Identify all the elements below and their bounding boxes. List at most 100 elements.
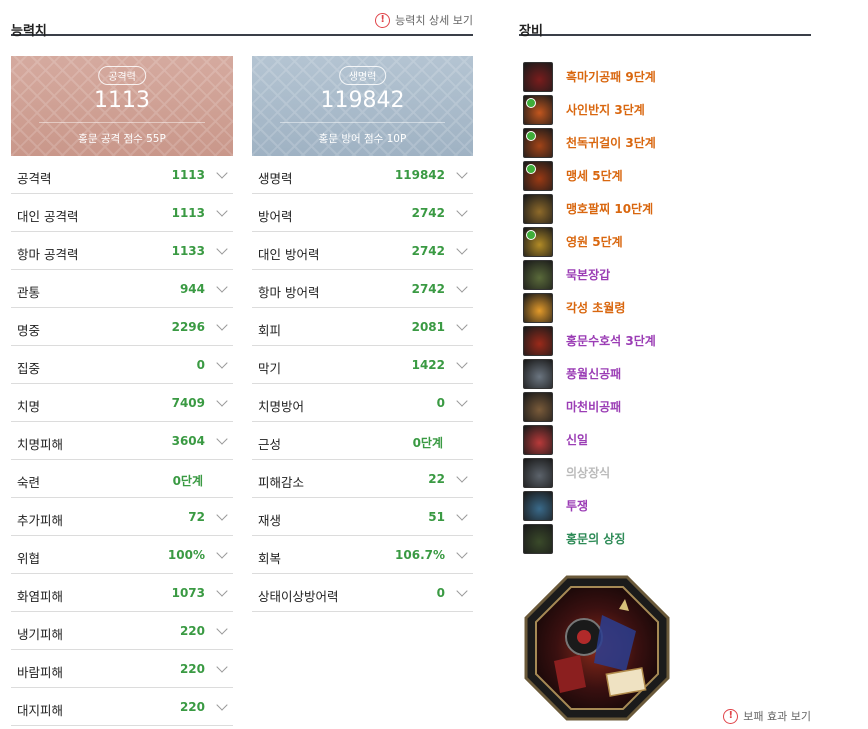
- equipment-item[interactable]: 홍문의 상징: [523, 522, 813, 555]
- stat-label: 재생: [258, 513, 282, 528]
- stat-row[interactable]: 재생 51: [252, 498, 473, 536]
- stat-value: 0: [436, 586, 445, 600]
- equipment-item[interactable]: 맹호팔찌 10단계: [523, 192, 813, 225]
- stat-row[interactable]: 공격력 1113: [11, 156, 233, 194]
- stat-row[interactable]: 냉기피해 220: [11, 612, 233, 650]
- stat-row[interactable]: 치명 7409: [11, 384, 233, 422]
- stat-row[interactable]: 집중 0: [11, 346, 233, 384]
- stat-row[interactable]: 명중 2296: [11, 308, 233, 346]
- equipment-item[interactable]: 천독귀걸이 3단계: [523, 126, 813, 159]
- gem-slot-icon: [526, 229, 536, 240]
- chevron-down-icon[interactable]: [456, 585, 468, 597]
- stat-value: 1133: [171, 244, 205, 258]
- equipment-item[interactable]: 영원 5단계: [523, 225, 813, 258]
- equipment-item-name: 투쟁: [566, 499, 589, 513]
- stat-row[interactable]: 화염피해 1073: [11, 574, 233, 612]
- stat-value: 7409: [171, 396, 205, 410]
- treasure-emblem[interactable]: [524, 575, 670, 721]
- equipment-item[interactable]: 풍월신공패: [523, 357, 813, 390]
- chevron-down-icon[interactable]: [216, 319, 228, 331]
- stat-label: 대인 공격력: [17, 209, 79, 224]
- stat-row[interactable]: 바람피해 220: [11, 650, 233, 688]
- treasure-effect-link[interactable]: ! 보패 효과 보기: [723, 708, 811, 724]
- stat-value: 2742: [411, 206, 445, 220]
- equipment-item[interactable]: 마천비공패: [523, 390, 813, 423]
- stat-row[interactable]: 방어력 2742: [252, 194, 473, 232]
- chevron-down-icon[interactable]: [216, 661, 228, 673]
- chevron-down-icon[interactable]: [216, 167, 228, 179]
- stat-value: 0단계: [172, 474, 203, 488]
- equipment-item[interactable]: 각성 초월령: [523, 291, 813, 324]
- chevron-down-icon[interactable]: [216, 585, 228, 597]
- stat-label: 냉기피해: [17, 627, 64, 642]
- equipment-item[interactable]: 홍문수호석 3단계: [523, 324, 813, 357]
- equipment-item[interactable]: 맹세 5단계: [523, 159, 813, 192]
- stat-label: 피해감소: [258, 475, 305, 490]
- stat-label: 항마 공격력: [17, 247, 79, 262]
- stats-detail-link[interactable]: ! 능력치 상세 보기: [375, 12, 473, 28]
- chevron-down-icon[interactable]: [216, 281, 228, 293]
- chevron-down-icon[interactable]: [216, 433, 228, 445]
- stat-row[interactable]: 회복 106.7%: [252, 536, 473, 574]
- stat-row[interactable]: 추가피해 72: [11, 498, 233, 536]
- stat-value: 220: [179, 700, 205, 714]
- equipment-item-name: 천독귀걸이 3단계: [566, 136, 656, 150]
- chevron-down-icon[interactable]: [216, 699, 228, 711]
- chevron-down-icon[interactable]: [216, 395, 228, 407]
- stat-row[interactable]: 관통 944: [11, 270, 233, 308]
- stat-value: 2081: [411, 320, 445, 334]
- stat-row[interactable]: 위협 100%: [11, 536, 233, 574]
- stat-value: 220: [179, 624, 205, 638]
- chevron-down-icon[interactable]: [456, 547, 468, 559]
- chevron-down-icon[interactable]: [216, 509, 228, 521]
- equipment-title: 장비: [519, 24, 543, 39]
- equipment-item[interactable]: 사인반지 3단계: [523, 93, 813, 126]
- equipment-item[interactable]: 신일: [523, 423, 813, 456]
- chevron-down-icon[interactable]: [216, 547, 228, 559]
- chevron-down-icon[interactable]: [456, 471, 468, 483]
- stat-row[interactable]: 막기 1422: [252, 346, 473, 384]
- stat-value: 100%: [167, 548, 205, 562]
- stat-row[interactable]: 항마 공격력 1133: [11, 232, 233, 270]
- chevron-down-icon[interactable]: [456, 205, 468, 217]
- equipment-item-name: 맹호팔찌 10단계: [566, 202, 654, 216]
- chevron-down-icon[interactable]: [456, 395, 468, 407]
- equipment-item-name: 마천비공패: [566, 400, 622, 414]
- stat-row[interactable]: 대인 방어력 2742: [252, 232, 473, 270]
- equipment-item[interactable]: 투쟁: [523, 489, 813, 522]
- equipment-item-name: 신일: [566, 433, 589, 447]
- stat-row[interactable]: 회피 2081: [252, 308, 473, 346]
- stat-row[interactable]: 대지피해 220: [11, 688, 233, 726]
- chevron-down-icon[interactable]: [456, 509, 468, 521]
- stat-row[interactable]: 대인 공격력 1113: [11, 194, 233, 232]
- equipment-item[interactable]: 의상장식: [523, 456, 813, 489]
- chevron-down-icon[interactable]: [216, 623, 228, 635]
- stat-row[interactable]: 피해감소 22: [252, 460, 473, 498]
- equipment-item[interactable]: 묵본장갑: [523, 258, 813, 291]
- chevron-down-icon[interactable]: [456, 319, 468, 331]
- info-alert-icon: !: [375, 12, 391, 28]
- stat-row[interactable]: 상태이상방어력 0: [252, 574, 473, 612]
- stat-label: 관통: [17, 285, 41, 300]
- gem-slot-icon: [526, 130, 536, 141]
- stat-value: 2296: [171, 320, 205, 334]
- chevron-down-icon[interactable]: [216, 205, 228, 217]
- chevron-down-icon[interactable]: [456, 357, 468, 369]
- equipment-item-name: 묵본장갑: [566, 268, 611, 282]
- stat-label: 항마 방어력: [258, 285, 320, 300]
- stat-row[interactable]: 항마 방어력 2742: [252, 270, 473, 308]
- stat-value: 944: [179, 282, 205, 296]
- equipment-item[interactable]: 흑마기공패 9단계: [523, 60, 813, 93]
- stat-label: 추가피해: [17, 513, 64, 528]
- chevron-down-icon[interactable]: [216, 357, 228, 369]
- chevron-down-icon[interactable]: [456, 281, 468, 293]
- stat-row[interactable]: 치명피해 3604: [11, 422, 233, 460]
- chevron-down-icon[interactable]: [216, 243, 228, 255]
- attack-badge: 공격력: [98, 66, 146, 85]
- defense-score: 홍문 방어 점수 10P: [318, 133, 407, 145]
- health-badge: 생명력: [338, 66, 387, 85]
- stat-row[interactable]: 치명방어 0: [252, 384, 473, 422]
- chevron-down-icon[interactable]: [456, 167, 468, 179]
- stat-row[interactable]: 생명력 119842: [252, 156, 473, 194]
- chevron-down-icon[interactable]: [456, 243, 468, 255]
